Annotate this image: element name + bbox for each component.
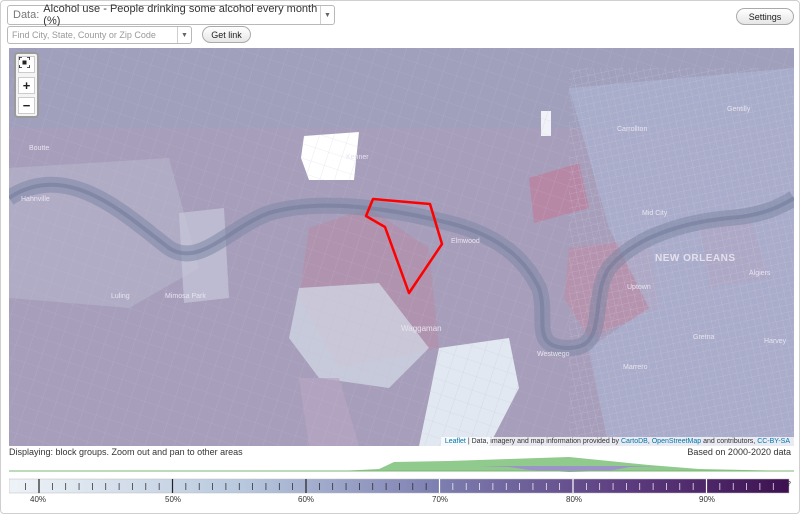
search-placeholder: Find City, State, County or Zip Code (12, 30, 156, 40)
map-attribution: Leaflet | Data, imagery and map informat… (440, 437, 794, 446)
legend-gradient (9, 478, 790, 494)
map-label-boutte: Boutte (29, 145, 50, 152)
zoom-out-button[interactable]: − (18, 97, 35, 114)
settings-button[interactable]: Settings (736, 8, 794, 25)
location-search-input[interactable]: Find City, State, County or Zip Code ▼ (7, 26, 192, 44)
leaflet-link[interactable]: Leaflet (445, 438, 466, 445)
get-link-button[interactable]: Get link (202, 26, 251, 43)
map-label-waggaman: Waggaman (401, 324, 442, 333)
legend-label-90: 90% (698, 495, 716, 504)
fullscreen-icon[interactable] (18, 56, 35, 73)
value-histogram (9, 457, 794, 472)
chevron-down-icon[interactable]: ▼ (320, 6, 334, 24)
map-label-harvey: Harvey (764, 338, 787, 345)
map-label-marrero: Marrero (623, 364, 648, 371)
legend-label-50: 50% (164, 495, 182, 504)
zoom-in-button[interactable]: + (18, 77, 35, 94)
legend-help-icon: ? (787, 481, 791, 488)
map-label-mid-city: Mid City (642, 210, 668, 217)
osm-link[interactable]: OpenStreetMap (652, 438, 701, 445)
map-zoom-control: + − (14, 52, 39, 118)
legend-label-80: 80% (565, 495, 583, 504)
map-label-gentilly: Gentilly (727, 106, 751, 113)
license-link[interactable]: CC-BY-SA (757, 438, 790, 445)
map-label-uptown: Uptown (627, 284, 651, 291)
map-label-gretna: Gretna (693, 334, 715, 341)
map-label-elmwood: Elmwood (451, 238, 480, 245)
map-layer (9, 48, 794, 446)
map-label-mimosa-park: Mimosa Park (165, 293, 206, 300)
chevron-down-icon[interactable]: ▼ (177, 27, 191, 43)
map-label-algiers: Algiers (749, 270, 771, 277)
map-label-luling: Luling (111, 293, 130, 300)
choropleth-map[interactable]: Kenner Hahnville Boutte Luling Mimosa Pa… (9, 48, 794, 446)
attribution-text-2: and contributors, (701, 438, 758, 445)
cartodb-link[interactable]: CartoDB (621, 438, 648, 445)
map-label-carrollton: Carrollton (617, 126, 648, 133)
map-label-hahnville: Hahnville (21, 196, 50, 203)
histogram-green (9, 457, 794, 471)
attribution-text: | Data, imagery and map information prov… (465, 438, 621, 445)
legend-label-70: 70% (431, 495, 449, 504)
data-select-prefix: Data: (13, 9, 40, 21)
data-select-value: Alcohol use - People drinking some alcoh… (43, 3, 318, 27)
map-label-westwego: Westwego (537, 351, 570, 358)
map-app: Data: Alcohol use - People drinking some… (0, 0, 800, 514)
map-label-new-orleans: NEW ORLEANS (655, 253, 736, 264)
legend-label-60: 60% (297, 495, 315, 504)
map-label-kenner: Kenner (346, 154, 369, 161)
color-scale-legend[interactable]: ? (9, 477, 794, 495)
legend-label-40: 40% (29, 495, 47, 504)
data-select[interactable]: Data: Alcohol use - People drinking some… (7, 3, 335, 27)
